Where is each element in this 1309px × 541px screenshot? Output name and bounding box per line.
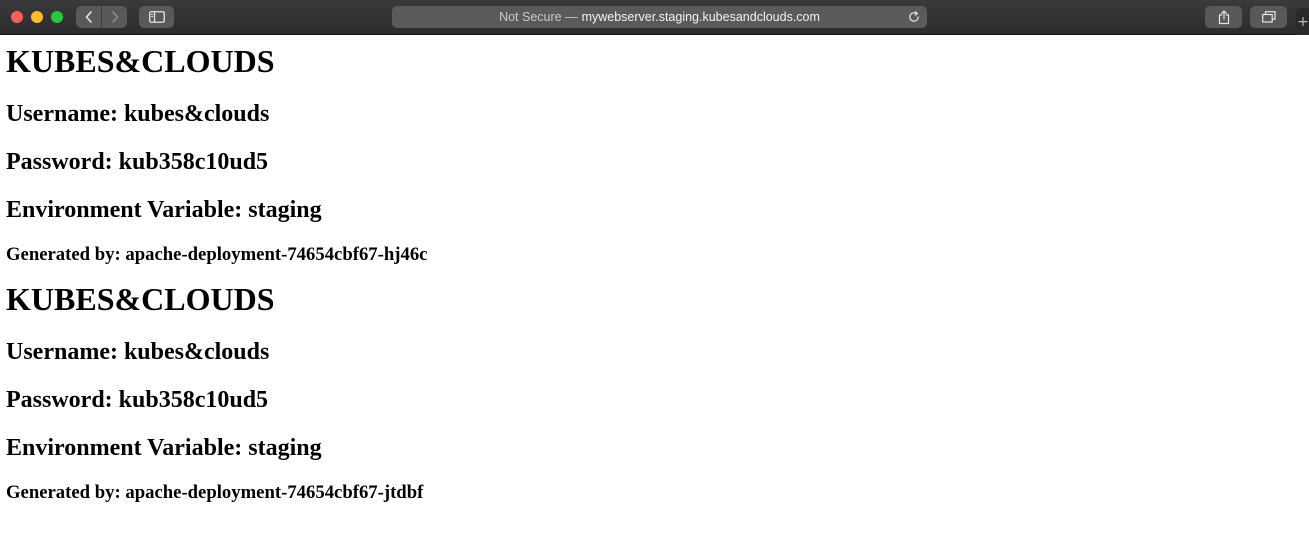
new-tab-button[interactable]: + (1296, 8, 1309, 35)
generated-by-text: Generated by: apache-deployment-74654cbf… (6, 244, 428, 265)
navigation-buttons (76, 6, 127, 28)
generated-by-text: Generated by: apache-deployment-74654cbf… (6, 482, 424, 503)
address-bar[interactable]: Not Secure — mywebserver.staging.kubesan… (392, 6, 927, 28)
back-button[interactable] (76, 6, 102, 28)
password-text: Password: kub358c10ud5 (6, 387, 269, 413)
zoom-icon[interactable] (51, 11, 63, 23)
minimize-icon[interactable] (31, 11, 43, 23)
page-heading: KUBES&CLOUDS (6, 43, 275, 79)
forward-button[interactable] (102, 6, 127, 28)
chevron-left-icon (85, 11, 92, 23)
username-text: Username: kubes&clouds (6, 101, 270, 127)
browser-toolbar: Not Secure — mywebserver.staging.kubesan… (0, 0, 1309, 35)
password-text: Password: kub358c10ud5 (6, 149, 269, 175)
share-button[interactable] (1205, 6, 1242, 28)
security-status: Not Secure — (499, 10, 578, 24)
sidebar-icon (148, 11, 165, 23)
share-icon (1218, 9, 1229, 24)
page-content: KUBES&CLOUDS Username: kubes&clouds Pass… (0, 35, 1309, 504)
content-block: KUBES&CLOUDS Username: kubes&clouds Pass… (6, 266, 1303, 504)
page-heading: KUBES&CLOUDS (6, 281, 275, 317)
url-host: mywebserver.staging.kubesandclouds.com (581, 10, 820, 24)
sidebar-button[interactable] (139, 6, 174, 28)
close-icon[interactable] (11, 11, 23, 23)
username-text: Username: kubes&clouds (6, 339, 270, 365)
tab-overview-button[interactable] (1250, 6, 1287, 28)
environment-text: Environment Variable: staging (6, 197, 322, 223)
chevron-right-icon (111, 11, 118, 23)
reload-icon[interactable] (907, 10, 921, 24)
content-block: KUBES&CLOUDS Username: kubes&clouds Pass… (6, 35, 1303, 266)
tab-overview-icon (1261, 11, 1276, 23)
environment-text: Environment Variable: staging (6, 435, 322, 461)
